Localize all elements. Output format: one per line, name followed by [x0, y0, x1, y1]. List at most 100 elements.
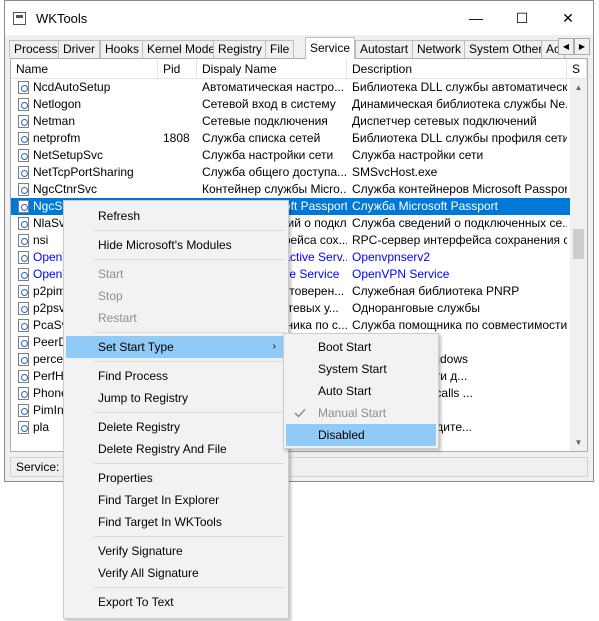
menu-item-label: Properties [98, 471, 153, 485]
cell-pid [163, 113, 201, 130]
menu-item-refresh[interactable]: Refresh [66, 205, 286, 227]
submenu-item-label: Disabled [318, 428, 365, 442]
menu-item-label: Find Target In WKTools [98, 515, 222, 529]
service-icon [18, 166, 29, 179]
menu-separator [94, 259, 284, 260]
cell-name: NetSetupSvc [33, 148, 104, 162]
table-row[interactable]: NcdAutoSetup Автоматическая настро... Библ… [11, 79, 571, 96]
menu-item-find-target-in-wktools[interactable]: Find Target In WKTools [66, 511, 286, 533]
column-s[interactable]: S [567, 59, 587, 79]
tab-scroll-left-icon[interactable]: ◀ [558, 38, 574, 55]
column-description[interactable]: Description [347, 59, 567, 79]
service-icon [18, 387, 29, 400]
menu-separator [94, 361, 284, 362]
menu-item-restart[interactable]: Restart [66, 307, 286, 329]
cell-pid [163, 181, 201, 198]
column-name[interactable]: Name [11, 59, 158, 79]
maximize-button[interactable]: ☐ [499, 1, 545, 35]
start-type-submenu: Boot Start System Start Auto Start Manual S… [283, 333, 439, 449]
menu-item-delete-registry[interactable]: Delete Registry [66, 416, 286, 438]
context-menu: Refresh Hide Microsoft's Modules Start Stop… [63, 200, 289, 619]
table-row[interactable]: NgcCtnrSvc Контейнер службы Micro... Служб… [11, 181, 571, 198]
submenu-item-manual-start[interactable]: Manual Start [286, 402, 436, 424]
cell-display-name: Автоматическая настро... [202, 80, 345, 94]
tab-network[interactable]: Network [412, 40, 467, 58]
menu-item-verify-all-signature[interactable]: Verify All Signature [66, 562, 286, 584]
table-row[interactable]: Netlogon Сетевой вход в систему Динамическ… [11, 96, 571, 113]
title-bar[interactable]: WKTools — ☐ ✕ [5, 1, 593, 35]
menu-item-label: Delete Registry And File [98, 442, 227, 456]
menu-item-verify-signature[interactable]: Verify Signature [66, 540, 286, 562]
vertical-scrollbar[interactable]: ▲ ▼ [570, 79, 587, 451]
service-icon [18, 234, 29, 247]
menu-item-label: Stop [98, 289, 123, 303]
minimize-button[interactable]: — [453, 1, 499, 35]
service-icon [18, 251, 29, 264]
cell-pid [163, 79, 201, 96]
menu-item-set-start-type[interactable]: Set Start Type › [66, 336, 286, 358]
cell-name: NetTcpPortSharing [33, 165, 134, 179]
menu-separator [94, 332, 284, 333]
tab-registry[interactable]: Registry [213, 40, 268, 58]
submenu-item-system-start[interactable]: System Start [286, 358, 436, 380]
tab-autostart[interactable]: Autostart [355, 40, 414, 58]
cell-name: NgcCtnrSvc [33, 182, 98, 196]
scroll-down-icon[interactable]: ▼ [570, 434, 587, 451]
menu-item-export-to-text[interactable]: Export To Text [66, 591, 286, 613]
tab-hooks[interactable]: Hooks [100, 40, 145, 58]
service-icon [18, 200, 29, 213]
checkmark-icon [294, 408, 306, 418]
column-display-name[interactable]: Dispaly Name [197, 59, 347, 79]
tab-system-other[interactable]: System Other [464, 40, 548, 58]
scroll-up-icon[interactable]: ▲ [570, 79, 587, 96]
submenu-item-boot-start[interactable]: Boot Start [286, 336, 436, 358]
close-button[interactable]: ✕ [545, 1, 591, 35]
column-header: Name Pid Dispaly Name Description S [11, 59, 587, 79]
submenu-item-disabled[interactable]: Disabled [286, 424, 436, 446]
table-row[interactable]: Netman Сетевые подключения Диспетчер сетев… [11, 113, 571, 130]
tab-process[interactable]: Process [9, 40, 63, 58]
submenu-item-label: Boot Start [318, 340, 372, 354]
menu-item-label: Hide Microsoft's Modules [98, 238, 232, 252]
cell-display-name: Сетевые подключения [202, 114, 328, 128]
menu-item-hide-microsoft-s-modules[interactable]: Hide Microsoft's Modules [66, 234, 286, 256]
menu-item-find-process[interactable]: Find Process [66, 365, 286, 387]
submenu-item-label: Manual Start [318, 406, 387, 420]
menu-item-start[interactable]: Start [66, 263, 286, 285]
menu-item-delete-registry-and-file[interactable]: Delete Registry And File [66, 438, 286, 460]
menu-item-label: Set Start Type [98, 340, 174, 354]
tab-kernel-mode[interactable]: Kernel Mode [142, 40, 221, 58]
menu-item-label: Restart [98, 311, 137, 325]
cell-description: Служба Microsoft Passport [352, 199, 498, 213]
table-row[interactable]: NetTcpPortSharing Служба общего доступа..… [11, 164, 571, 181]
scroll-thumb[interactable] [573, 229, 584, 259]
cell-display-name: Служба списка сетей [202, 131, 321, 145]
tab-driver[interactable]: Driver [58, 40, 100, 58]
table-row[interactable]: NetSetupSvc Служба настройки сети Служба н… [11, 147, 571, 164]
tab-file[interactable]: File [265, 40, 295, 58]
menu-item-properties[interactable]: Properties [66, 467, 286, 489]
cell-description: Библиотека DLL службы автоматическ... [352, 80, 567, 94]
menu-item-stop[interactable]: Stop [66, 285, 286, 307]
cell-name: NcdAutoSetup [33, 80, 111, 94]
menu-item-jump-to-registry[interactable]: Jump to Registry [66, 387, 286, 409]
menu-separator [94, 412, 284, 413]
column-pid[interactable]: Pid [158, 59, 197, 79]
cell-description: Openvpnserv2 [352, 250, 431, 264]
submenu-item-auto-start[interactable]: Auto Start [286, 380, 436, 402]
service-icon [18, 115, 29, 128]
service-icon [18, 319, 29, 332]
service-icon [18, 183, 29, 196]
menu-item-label: Verify All Signature [98, 566, 199, 580]
cell-description: Служба настройки сети [352, 148, 484, 162]
tab-scroll-right-icon[interactable]: ▶ [574, 38, 590, 55]
cell-pid [163, 147, 201, 164]
table-row[interactable]: netprofm 1808 Служба списка сетей Библиотек… [11, 130, 579, 147]
cell-pid [163, 164, 201, 181]
menu-separator [94, 536, 284, 537]
menu-item-find-target-in-explorer[interactable]: Find Target In Explorer [66, 489, 286, 511]
service-icon [18, 370, 29, 383]
cell-display-name: Контейнер службы Micro... [202, 182, 347, 196]
app-icon [13, 12, 26, 25]
tab-service[interactable]: Service [305, 37, 356, 59]
